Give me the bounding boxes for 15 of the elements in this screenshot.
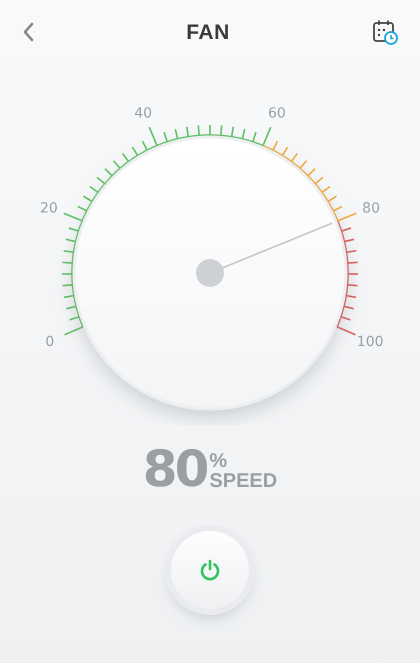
power-icon xyxy=(198,558,222,582)
scale-label: 100 xyxy=(356,334,384,350)
page-title: FAN xyxy=(186,21,230,45)
speed-value: 80 xyxy=(142,447,206,491)
power-button[interactable] xyxy=(171,531,249,609)
needle-hub xyxy=(196,259,224,287)
scale-label: 60 xyxy=(268,105,286,122)
back-icon[interactable] xyxy=(22,22,34,42)
scale-label: 0 xyxy=(45,334,54,350)
schedule-icon[interactable] xyxy=(372,19,398,45)
scale-label: 40 xyxy=(134,105,152,122)
speed-label: SPEED xyxy=(209,471,278,491)
scale-label: 20 xyxy=(40,200,58,216)
speed-unit: % xyxy=(209,451,228,471)
scale-label: 80 xyxy=(362,200,380,216)
